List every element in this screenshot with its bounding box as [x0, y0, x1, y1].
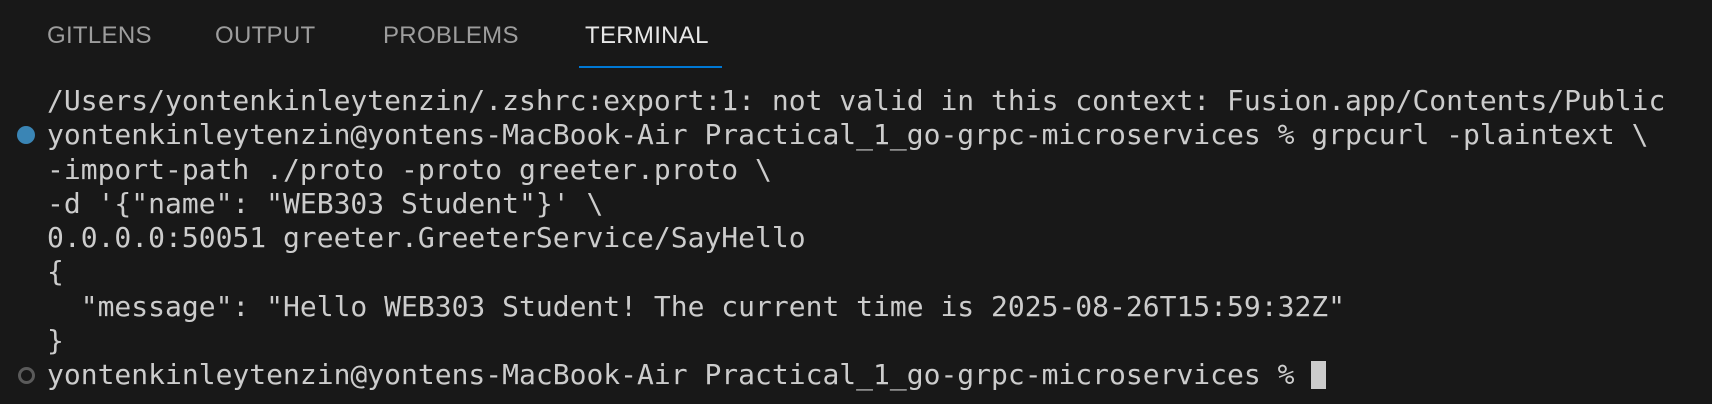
command-pending-decoration-icon[interactable]	[18, 367, 35, 385]
terminal-line: 0.0.0.0:50051 greeter.GreeterService/Say…	[47, 221, 806, 255]
terminal-line-text: yontenkinleytenzin@yontens-MacBook-Air P…	[47, 358, 1312, 392]
terminal-line: -d '{"name": "WEB303 Student"}' \	[47, 186, 604, 220]
tab-gitlens[interactable]: GITLENS	[47, 22, 152, 50]
tab-problems[interactable]: PROBLEMS	[383, 22, 519, 50]
terminal-line: "message": "Hello WEB303 Student! The cu…	[47, 289, 1346, 323]
tab-output[interactable]: OUTPUT	[215, 22, 315, 50]
active-tab-indicator	[579, 66, 722, 68]
tab-terminal[interactable]: TERMINAL	[585, 22, 709, 50]
terminal-output[interactable]: /Users/yontenkinleytenzin/.zshrc:export:…	[17, 84, 1666, 393]
command-success-decoration-icon[interactable]	[17, 126, 35, 145]
terminal-line: }	[47, 324, 64, 358]
terminal-line-text: yontenkinleytenzin@yontens-MacBook-Air P…	[47, 118, 1649, 152]
terminal-line: /Users/yontenkinleytenzin/.zshrc:export:…	[47, 84, 1666, 117]
panel-tab-bar: GITLENS OUTPUT PROBLEMS TERMINAL	[0, 0, 1712, 72]
terminal-prompt-line: yontenkinleytenzin@yontens-MacBook-Air P…	[17, 118, 1665, 152]
terminal-line: -import-path ./proto -proto greeter.prot…	[47, 152, 772, 186]
terminal-cursor	[1311, 361, 1327, 390]
terminal-prompt-line: yontenkinleytenzin@yontens-MacBook-Air P…	[18, 358, 1665, 392]
terminal-line: {	[47, 255, 64, 289]
